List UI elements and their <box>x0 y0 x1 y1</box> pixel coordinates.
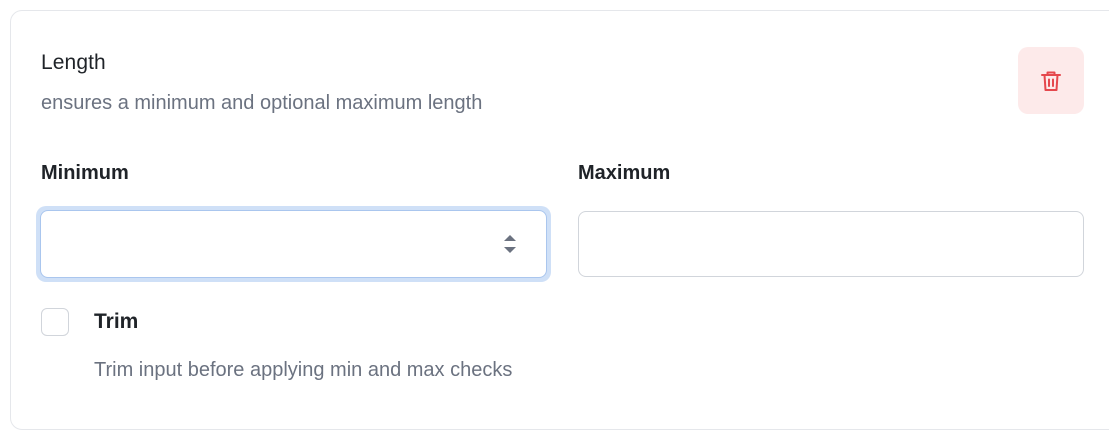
delete-validator-button[interactable] <box>1018 47 1084 114</box>
trim-checkbox[interactable] <box>41 308 69 336</box>
minimum-label: Minimum <box>41 162 129 184</box>
validator-title: Length <box>41 51 106 74</box>
minimum-stepper[interactable] <box>499 229 521 259</box>
trim-label[interactable]: Trim <box>94 309 138 335</box>
chevron-down-icon <box>504 247 516 253</box>
chevron-up-icon <box>504 235 516 241</box>
validator-description: ensures a minimum and optional maximum l… <box>41 92 483 114</box>
maximum-label: Maximum <box>578 162 671 184</box>
maximum-input[interactable] <box>578 211 1084 277</box>
trash-icon <box>1041 71 1061 91</box>
minimum-input[interactable] <box>40 210 547 278</box>
trim-help-text: Trim input before applying min and max c… <box>94 359 513 381</box>
